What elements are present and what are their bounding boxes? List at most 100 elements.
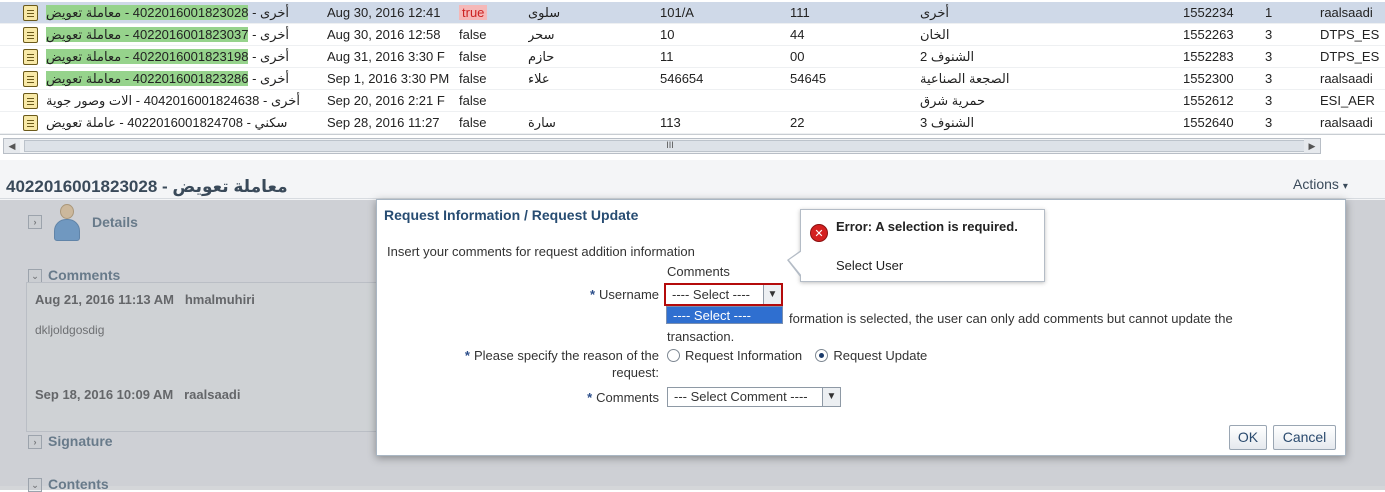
chevron-down-icon[interactable]: ▼ xyxy=(763,285,781,304)
transaction-title[interactable]: أخرى - 4022016001823037 - معاملة تعويض xyxy=(46,24,324,46)
col-a-cell: 113 xyxy=(660,115,681,130)
id-cell: 1552612 xyxy=(1183,93,1234,108)
table-row[interactable]: أخرى - 4022016001823198 - معاملة تعويض Au… xyxy=(0,46,1385,68)
name-cell: سحر xyxy=(528,27,555,42)
document-icon[interactable] xyxy=(23,68,43,90)
col-b-cell xyxy=(790,90,915,112)
col-a-cell: 546654 xyxy=(660,71,704,86)
document-icon[interactable] xyxy=(23,112,43,134)
dialog-instructions: Insert your comments for request additio… xyxy=(387,244,695,259)
comments-select-value: --- Select Comment ---- xyxy=(674,389,808,404)
required-marker: * xyxy=(589,287,596,302)
name-cell xyxy=(528,90,653,112)
count-cell: 3 xyxy=(1265,93,1273,108)
transaction-title[interactable]: أخرى - 4022016001823198 - معاملة تعويض xyxy=(46,46,324,68)
transaction-number: 4022016001823028 - معاملة تعويض xyxy=(46,5,249,20)
name-cell: حازم xyxy=(528,49,555,64)
id-cell: 1552283 xyxy=(1183,49,1234,64)
comments-select[interactable]: --- Select Comment ---- ▼ xyxy=(667,387,841,407)
col-a-cell: 11 xyxy=(660,49,674,64)
col-b-cell: 44 xyxy=(790,27,805,42)
name-cell: علاء xyxy=(528,71,550,86)
flag-cell: false xyxy=(459,115,487,130)
transaction-date: Sep 20, 2016 2:21 F xyxy=(327,93,445,108)
count-cell: 3 xyxy=(1265,49,1273,64)
error-icon: ✕ xyxy=(810,224,828,242)
chevron-down-icon: ▾ xyxy=(1342,181,1348,192)
col-b-cell: 22 xyxy=(790,115,805,130)
transaction-title[interactable]: أخرى - 4042016001824638 - الات وصور جوية xyxy=(46,90,324,112)
username-dropdown-option[interactable]: ---- Select ---- xyxy=(666,306,783,324)
transaction-title[interactable]: أخرى - 4022016001823028 - معاملة تعويض xyxy=(46,2,324,24)
area-cell: الخان xyxy=(920,27,950,42)
transaction-number: 4042016001824638 - الات وصور جوية xyxy=(46,93,260,108)
transaction-number: 4022016001823037 - معاملة تعويض xyxy=(46,27,249,42)
radio-on-icon[interactable] xyxy=(815,349,829,362)
document-icon[interactable] xyxy=(23,90,43,112)
area-cell: الصجعة الصناعية xyxy=(920,71,1010,86)
flag-cell: false xyxy=(459,27,487,42)
reason-label-line2: request: xyxy=(612,365,659,380)
col-a-cell: 101/A xyxy=(660,5,694,20)
area-cell: الشنوف 3 xyxy=(920,115,975,130)
transaction-date: Aug 30, 2016 12:41 xyxy=(327,5,441,20)
document-icon[interactable] xyxy=(23,24,43,46)
id-cell: 1552640 xyxy=(1183,115,1234,130)
transaction-number: 4022016001824708 - عاملة تعويض xyxy=(46,115,243,130)
table-row[interactable]: أخرى - 4042016001824638 - الات وصور جوية… xyxy=(0,90,1385,112)
count-cell: 3 xyxy=(1265,27,1273,42)
transaction-date: Aug 30, 2016 12:58 xyxy=(327,27,441,42)
col-b-cell: 00 xyxy=(790,49,805,64)
count-cell: 3 xyxy=(1265,71,1273,86)
transaction-date: Sep 28, 2016 11:27 xyxy=(327,115,440,130)
transaction-date: Aug 31, 2016 3:30 F xyxy=(327,49,445,64)
flag-cell: false xyxy=(459,71,487,86)
table-row[interactable]: أخرى - 4022016001823286 - معاملة تعويض Se… xyxy=(0,68,1385,90)
username-label: * Username xyxy=(589,287,659,302)
table-row[interactable]: سكني - 4022016001824708 - عاملة تعويض Sep… xyxy=(0,112,1385,134)
transaction-date: Sep 1, 2016 3:30 PM xyxy=(327,71,450,86)
horizontal-scrollbar[interactable]: ◀ III ▶ xyxy=(3,138,1321,154)
required-marker: * xyxy=(587,390,593,405)
scroll-thumb[interactable]: III xyxy=(24,140,1316,152)
col-a-cell xyxy=(660,90,780,112)
error-title: Error: A selection is required. xyxy=(836,219,1018,234)
table-row[interactable]: أخرى - 4022016001823028 - معاملة تعويض Au… xyxy=(0,2,1385,24)
document-icon[interactable] xyxy=(23,2,43,24)
comments-caption: Comments xyxy=(667,264,730,279)
actions-label: Actions xyxy=(1293,176,1339,192)
info-text-line2: transaction. xyxy=(667,329,735,344)
transaction-title[interactable]: سكني - 4022016001824708 - عاملة تعويض xyxy=(46,112,324,134)
name-cell: سلوى xyxy=(528,5,561,20)
scroll-left-icon[interactable]: ◀ xyxy=(4,139,20,153)
username-select[interactable]: ---- Select ---- ▼ xyxy=(664,283,783,306)
transaction-title[interactable]: أخرى - 4022016001823286 - معاملة تعويض xyxy=(46,68,324,90)
user-cell: raalsaadi xyxy=(1320,5,1373,20)
ok-button[interactable]: OK xyxy=(1229,425,1267,450)
flag-cell: false xyxy=(459,49,487,64)
area-cell: الشنوف 2 xyxy=(920,49,975,64)
transaction-number: 4022016001823198 - معاملة تعويض xyxy=(46,49,249,64)
error-message: Select User xyxy=(836,258,904,273)
area-cell: أخرى xyxy=(920,5,949,20)
cancel-button[interactable]: Cancel xyxy=(1273,425,1336,450)
chevron-down-icon[interactable]: ▼ xyxy=(822,388,840,406)
user-cell: ESI_AER xyxy=(1320,93,1375,108)
id-cell: 1552300 xyxy=(1183,71,1234,86)
count-cell: 3 xyxy=(1265,115,1273,130)
radio-off-icon[interactable] xyxy=(667,349,680,362)
radio-request-update[interactable]: Request Update xyxy=(815,348,927,363)
name-cell: سارة xyxy=(528,115,556,130)
actions-menu-button[interactable]: Actions ▾ xyxy=(1293,176,1348,192)
user-cell: raalsaadi xyxy=(1320,71,1373,86)
document-icon[interactable] xyxy=(23,46,43,68)
error-tooltip: ✕ Error: A selection is required. Select… xyxy=(787,209,1045,282)
table-row[interactable]: أخرى - 4022016001823037 - معاملة تعويض Au… xyxy=(0,24,1385,46)
radio-request-information[interactable]: Request Information xyxy=(667,348,802,363)
area-cell: حمرية شرق xyxy=(920,93,986,108)
reason-label: * Please specify the reason of the xyxy=(464,348,659,363)
user-cell: raalsaadi xyxy=(1320,115,1373,130)
info-text-line1: formation is selected, the user can only… xyxy=(789,311,1233,326)
scroll-right-icon[interactable]: ▶ xyxy=(1304,139,1320,153)
scroll-grip: III xyxy=(666,140,674,150)
